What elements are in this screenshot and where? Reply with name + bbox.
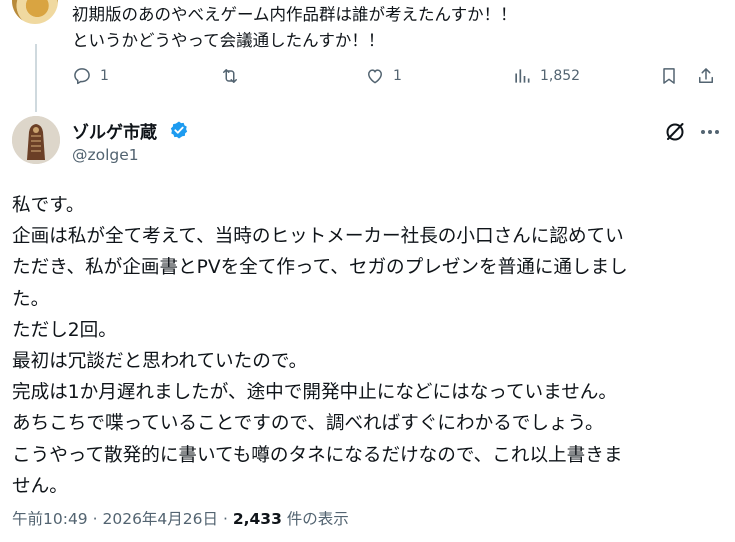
verified-badge-icon [170,121,188,139]
grok-icon[interactable] [663,120,687,144]
reply-count: 1 [100,68,109,84]
meta-separator: · [92,510,98,528]
retweet-icon [223,69,237,83]
post-body-line: 私です。 [12,195,85,216]
reply-icon [74,68,90,85]
post-author-row: ゾルゲ市蔵 @zolge1 [12,116,722,170]
meta-separator: · [222,510,228,528]
post-body: 私です。 企画は私が全て考えて、当時のヒットメーカー社長の小口さんに認めてい た… [12,190,727,502]
bookmark-button[interactable] [659,62,679,90]
previous-reply-avatar[interactable] [12,0,58,24]
post-body-line: 最初は冗談だと思われていたので。 [12,351,308,373]
post-body-line: ただし2回。 [12,319,117,341]
views-button[interactable]: 1,852 [512,62,580,90]
view-count: 1,852 [540,68,581,84]
author-display-name[interactable]: ゾルゲ市蔵 [72,118,157,143]
previous-reply-actions: 1 1 1,852 [72,62,722,90]
views-suffix: 件の表示 [286,510,349,528]
post-body-line: こうやって散発的に書いても噂のタネになるだけなので、これ以上書きま [12,444,623,466]
avatar-image [12,116,60,164]
heart-icon [368,69,382,84]
reply-button[interactable]: 1 [72,62,109,90]
post-date[interactable]: 2026年4月26日 [102,510,218,528]
previous-reply-text: 初期版のあのやべえゲーム内作品群は誰が考えたんすか！！ というかどうやって会議通… [72,2,517,54]
post-body-line: 企画は私が全て考えて、当時のヒットメーカー社長の小口さんに認めてい [12,226,624,248]
author-handle[interactable]: @zolge1 [72,146,139,164]
analytics-icon [515,69,530,83]
post-body-line: せん。 [12,475,68,497]
previous-reply-line: 初期版のあのやべえゲーム内作品群は誰が考えたんすか！！ [72,5,517,24]
like-count: 1 [393,68,402,84]
post-body-line: 完成は1か月遅れましたが、途中で開発中止になどにはなっていません。 [12,382,617,404]
retweet-button[interactable] [220,62,248,90]
more-options-icon[interactable] [698,120,722,144]
post-body-line: あちこちで喋っていることですので、調べればすぐにわかるでしょう。 [12,413,604,435]
post-body-line: ただき、私が企画書とPVを全て作って、セガのプレゼンを普通に通しまし [12,257,628,279]
share-button[interactable] [696,62,716,90]
post-time[interactable]: 午前10:49 [12,510,88,528]
post-metadata: 午前10:49 · 2026年4月26日 · 2,433 件の表示 [12,507,349,529]
previous-reply-line: というかどうやって会議通したんすか！！ [72,31,385,50]
thread-connector-line [35,44,37,112]
like-button[interactable]: 1 [365,62,402,90]
bookmark-icon [663,68,675,84]
views-number: 2,433 [232,510,282,528]
post-body-line: た。 [12,288,50,310]
share-icon [699,68,713,83]
author-avatar[interactable] [12,116,60,164]
